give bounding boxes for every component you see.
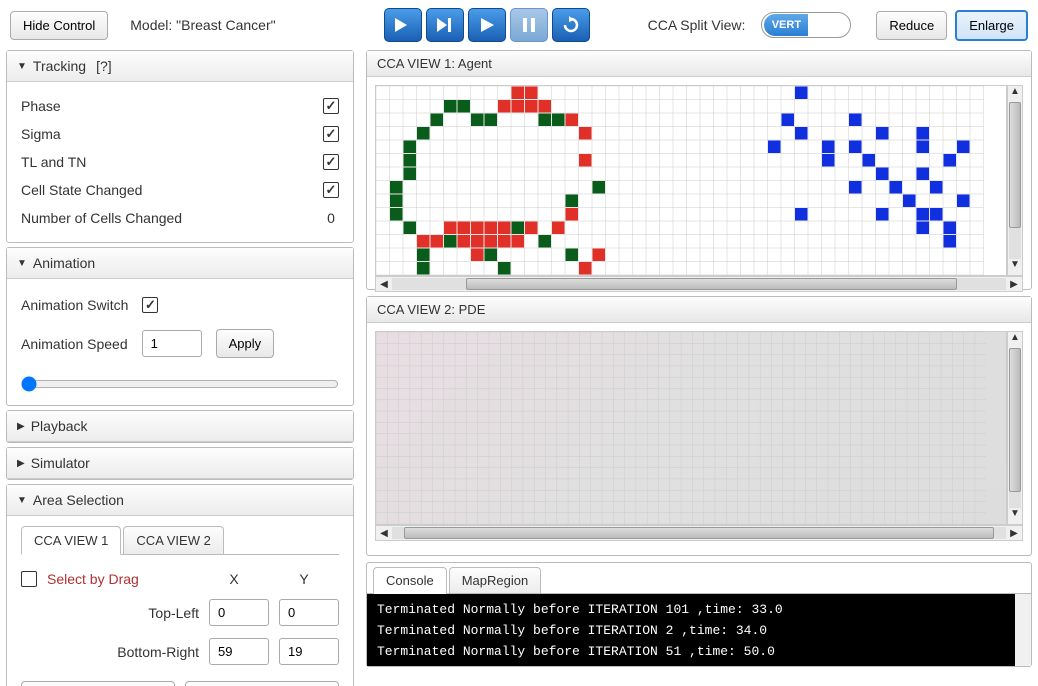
track-item-checkbox[interactable] bbox=[323, 126, 339, 142]
tab-cca-view-1[interactable]: CCA VIEW 1 bbox=[21, 526, 121, 555]
animation-speed-input[interactable] bbox=[142, 330, 202, 357]
hide-control-button[interactable]: Hide Control bbox=[10, 11, 108, 40]
console-panel: Console MapRegion Terminated Normally be… bbox=[366, 562, 1032, 667]
chevron-right-icon: ▶ bbox=[17, 458, 25, 469]
track-item-checkbox[interactable] bbox=[323, 182, 339, 198]
enlarge-button[interactable]: Enlarge bbox=[955, 10, 1028, 41]
view1-hscroll[interactable]: ◀ ▶ bbox=[375, 276, 1023, 292]
tracking-help[interactable]: [?] bbox=[96, 58, 112, 74]
scroll-right-icon[interactable]: ▶ bbox=[1006, 279, 1022, 290]
console-line: Terminated Normally before ITERATION 2 ,… bbox=[377, 621, 1021, 642]
x-header: X bbox=[199, 571, 269, 587]
animation-slider[interactable] bbox=[21, 376, 339, 392]
chevron-down-icon: ▼ bbox=[17, 258, 27, 269]
toggle-vert-label: VERT bbox=[764, 14, 808, 36]
pde-grid[interactable] bbox=[376, 332, 986, 524]
track-item-label: Cell State Changed bbox=[21, 182, 142, 198]
tab-cca-view-2[interactable]: CCA VIEW 2 bbox=[123, 526, 223, 554]
scroll-right-icon[interactable]: ▶ bbox=[1006, 528, 1022, 539]
scroll-up-icon[interactable]: ▲ bbox=[1010, 86, 1020, 102]
animation-title: Animation bbox=[33, 255, 95, 271]
console-output: Terminated Normally before ITERATION 101… bbox=[367, 594, 1031, 666]
bottom-right-y-input[interactable] bbox=[279, 638, 339, 665]
simulator-header[interactable]: ▶ Simulator bbox=[7, 448, 353, 479]
track-item-checkbox[interactable] bbox=[323, 154, 339, 170]
chevron-down-icon: ▼ bbox=[17, 495, 27, 506]
cells-changed-label: Number of Cells Changed bbox=[21, 210, 182, 226]
console-vscroll[interactable] bbox=[1015, 594, 1031, 666]
console-line: Terminated Normally before ITERATION 51 … bbox=[377, 642, 1021, 663]
scroll-left-icon[interactable]: ◀ bbox=[376, 528, 392, 539]
track-item-label: Sigma bbox=[21, 126, 61, 142]
step-forward-button[interactable] bbox=[384, 8, 422, 42]
select-by-drag-label: Select by Drag bbox=[47, 571, 139, 587]
cca-view-2-panel: CCA VIEW 2: PDE ▲ ▼ ◀ ▶ bbox=[366, 296, 1032, 556]
reduce-button[interactable]: Reduce bbox=[876, 11, 947, 40]
select-by-drag-checkbox[interactable] bbox=[21, 571, 37, 587]
scroll-down-icon[interactable]: ▼ bbox=[1010, 508, 1020, 524]
agent-grid[interactable] bbox=[376, 86, 984, 275]
tab-mapregion[interactable]: MapRegion bbox=[449, 567, 542, 593]
tracking-header[interactable]: ▼ Tracking [?] bbox=[7, 51, 353, 82]
top-left-x-input[interactable] bbox=[209, 599, 269, 626]
bottom-right-x-input[interactable] bbox=[209, 638, 269, 665]
area-selection-header[interactable]: ▼ Area Selection bbox=[7, 485, 353, 516]
cca-view-1-header: CCA VIEW 1: Agent bbox=[367, 51, 1031, 77]
tab-console[interactable]: Console bbox=[373, 567, 447, 594]
view1-vscroll[interactable]: ▲ ▼ bbox=[1007, 85, 1023, 276]
scroll-up-icon[interactable]: ▲ bbox=[1010, 332, 1020, 348]
animation-switch-checkbox[interactable] bbox=[142, 297, 158, 313]
scroll-down-icon[interactable]: ▼ bbox=[1010, 259, 1020, 275]
split-view-toggle[interactable]: VERT bbox=[761, 12, 851, 38]
chevron-right-icon: ▶ bbox=[17, 421, 25, 432]
skip-forward-button[interactable] bbox=[426, 8, 464, 42]
track-item-label: TL and TN bbox=[21, 154, 86, 170]
apply-button[interactable]: Apply bbox=[216, 329, 275, 358]
top-left-label: Top-Left bbox=[21, 605, 199, 621]
animation-switch-label: Animation Switch bbox=[21, 297, 128, 313]
top-toolbar: Hide Control Model: "Breast Cancer" CCA … bbox=[0, 0, 1038, 50]
y-header: Y bbox=[269, 571, 339, 587]
console-line: Terminated Normally before ITERATION 101… bbox=[377, 600, 1021, 621]
playback-panel: ▶ Playback bbox=[6, 410, 354, 443]
animation-header[interactable]: ▼ Animation bbox=[7, 248, 353, 279]
view2-hscroll[interactable]: ◀ ▶ bbox=[375, 525, 1023, 541]
top-left-y-input[interactable] bbox=[279, 599, 339, 626]
animation-panel: ▼ Animation Animation Switch Animation S… bbox=[6, 247, 354, 406]
simulator-panel: ▶ Simulator bbox=[6, 447, 354, 480]
reset-button[interactable]: Reset bbox=[21, 681, 175, 686]
animation-speed-label: Animation Speed bbox=[21, 336, 128, 352]
cca-view-1-panel: CCA VIEW 1: Agent ▲ ▼ ◀ ▶ bbox=[366, 50, 1032, 290]
pause-button[interactable] bbox=[510, 8, 548, 42]
reload-button[interactable] bbox=[552, 8, 590, 42]
select-button[interactable]: Select bbox=[185, 681, 339, 686]
tracking-title: Tracking bbox=[33, 58, 86, 74]
chevron-down-icon: ▼ bbox=[17, 61, 27, 72]
playback-header[interactable]: ▶ Playback bbox=[7, 411, 353, 442]
simulator-title: Simulator bbox=[31, 455, 90, 471]
tracking-panel: ▼ Tracking [?] Phase Sigma TL and TN Cell S… bbox=[6, 50, 354, 243]
main-content: CCA VIEW 1: Agent ▲ ▼ ◀ ▶ bbox=[360, 50, 1038, 686]
bottom-right-label: Bottom-Right bbox=[21, 644, 199, 660]
scroll-left-icon[interactable]: ◀ bbox=[376, 279, 392, 290]
play-button[interactable] bbox=[468, 8, 506, 42]
track-item-checkbox[interactable] bbox=[323, 98, 339, 114]
cca-view-2-header: CCA VIEW 2: PDE bbox=[367, 297, 1031, 323]
playback-controls bbox=[384, 8, 590, 42]
split-view-label: CCA Split View: bbox=[648, 17, 746, 33]
area-selection-panel: ▼ Area Selection CCA VIEW 1 CCA VIEW 2 S… bbox=[6, 484, 354, 686]
view2-vscroll[interactable]: ▲ ▼ bbox=[1007, 331, 1023, 525]
playback-title: Playback bbox=[31, 418, 88, 434]
area-selection-title: Area Selection bbox=[33, 492, 124, 508]
model-label: Model: "Breast Cancer" bbox=[130, 17, 275, 33]
control-sidebar: ▼ Tracking [?] Phase Sigma TL and TN Cell S… bbox=[0, 50, 360, 686]
track-item-label: Phase bbox=[21, 98, 61, 114]
cells-changed-value: 0 bbox=[323, 210, 339, 226]
